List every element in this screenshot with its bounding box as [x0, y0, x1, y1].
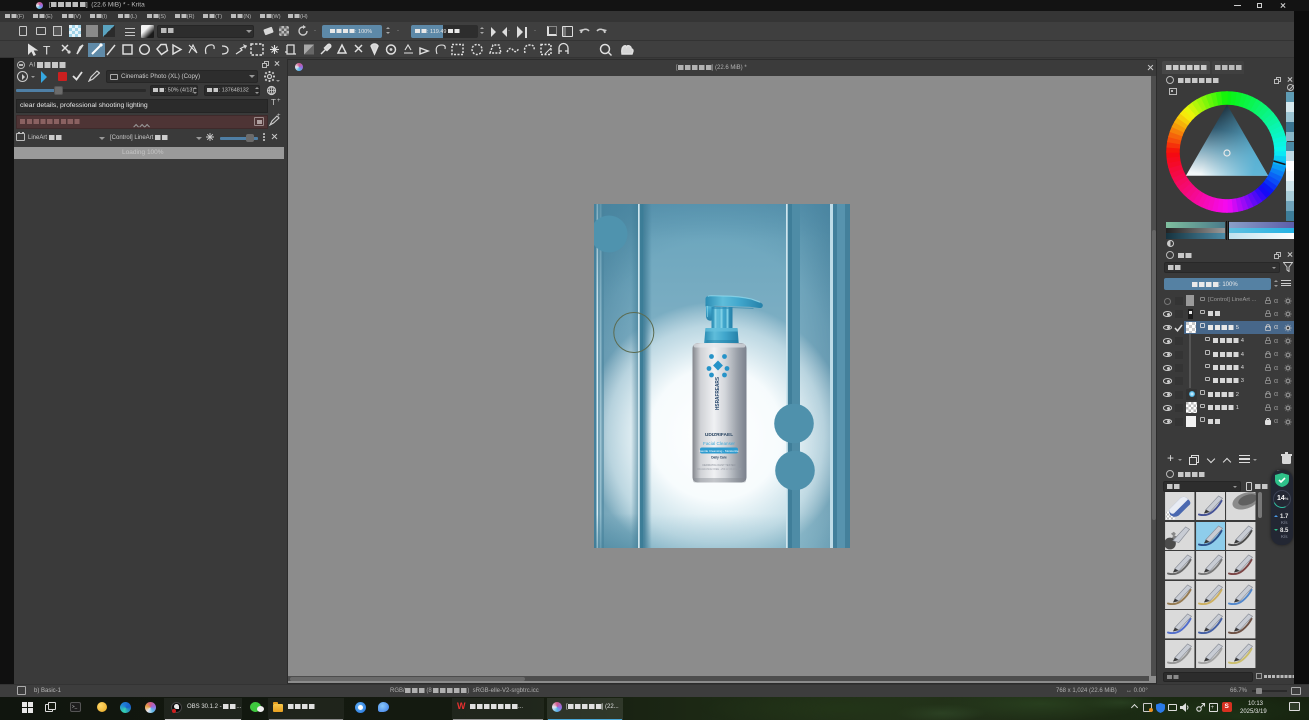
svg-text:Facial Cleanser: Facial Cleanser — [703, 441, 735, 446]
svg-text:FRAGRANCE FREE - 250 ml / 8.4: FRAGRANCE FREE - 250 ml / 8.4 FL OZ — [697, 468, 742, 471]
svg-text:HSRAFREARS: HSRAFREARS — [715, 377, 721, 410]
svg-text:UDIZRIFAEL: UDIZRIFAEL — [705, 432, 733, 438]
svg-text:Daily Care: Daily Care — [711, 456, 727, 460]
svg-text:Gentle Cleansing - Moisturize: Gentle Cleansing - Moisturize — [699, 449, 739, 453]
svg-text:DERMATOLOGIST TESTED: DERMATOLOGIST TESTED — [702, 463, 735, 467]
svg-text:T: T — [43, 44, 51, 58]
